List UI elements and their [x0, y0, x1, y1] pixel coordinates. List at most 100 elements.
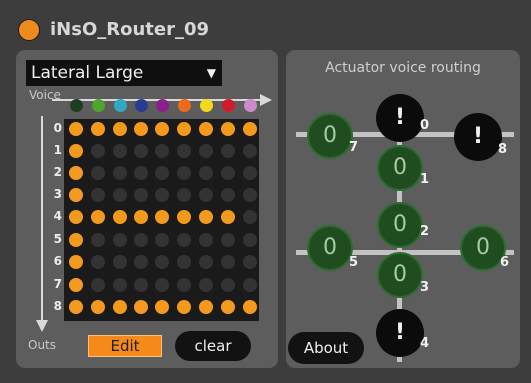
matrix-cell[interactable] [199, 122, 213, 136]
matrix-cell[interactable] [91, 278, 105, 292]
matrix-cell[interactable] [177, 122, 191, 136]
actuator-3-button[interactable]: 0 [377, 252, 423, 298]
matrix-cell[interactable] [155, 300, 169, 314]
matrix-cell[interactable] [69, 255, 83, 269]
matrix-cell[interactable] [221, 210, 235, 224]
actuator-2-button[interactable]: 0 [377, 202, 423, 248]
matrix-cell[interactable] [221, 122, 235, 136]
matrix-cell[interactable] [155, 210, 169, 224]
matrix-cell[interactable] [199, 144, 213, 158]
actuator-1-label: 1 [420, 172, 430, 187]
matrix-cell[interactable] [134, 144, 148, 158]
matrix-cell[interactable] [199, 278, 213, 292]
matrix-cell[interactable] [243, 166, 257, 180]
matrix-cell[interactable] [113, 122, 127, 136]
matrix-cell[interactable] [155, 188, 169, 202]
matrix-cell[interactable] [91, 233, 105, 247]
outs-axis-label: Outs [28, 338, 57, 352]
clear-button[interactable]: clear [175, 331, 251, 361]
matrix-cell[interactable] [69, 188, 83, 202]
matrix-cell[interactable] [243, 210, 257, 224]
matrix-cell[interactable] [221, 300, 235, 314]
actuator-8-label: 8 [498, 142, 508, 157]
matrix-cell[interactable] [113, 210, 127, 224]
matrix-cell[interactable] [134, 255, 148, 269]
matrix-cell[interactable] [91, 300, 105, 314]
out-number-label: 3 [53, 187, 62, 201]
matrix-cell[interactable] [221, 166, 235, 180]
matrix-cell[interactable] [113, 233, 127, 247]
matrix-cell[interactable] [243, 188, 257, 202]
matrix-cell[interactable] [91, 188, 105, 202]
matrix-cell[interactable] [113, 188, 127, 202]
matrix-cell[interactable] [221, 233, 235, 247]
matrix-cell[interactable] [243, 233, 257, 247]
matrix-cell[interactable] [177, 233, 191, 247]
matrix-cell[interactable] [69, 278, 83, 292]
matrix-cell[interactable] [134, 166, 148, 180]
matrix-cell[interactable] [199, 255, 213, 269]
matrix-cell[interactable] [155, 122, 169, 136]
matrix-cell[interactable] [221, 188, 235, 202]
actuator-0-button[interactable]: ! [376, 94, 424, 142]
actuator-5-button[interactable]: 0 [307, 225, 353, 271]
matrix-cell[interactable] [177, 300, 191, 314]
matrix-cell[interactable] [113, 278, 127, 292]
matrix-cell[interactable] [69, 233, 83, 247]
matrix-cell[interactable] [91, 144, 105, 158]
matrix-cell[interactable] [243, 255, 257, 269]
actuator-8-button[interactable]: ! [454, 113, 502, 161]
matrix-cell[interactable] [113, 144, 127, 158]
matrix-cell[interactable] [69, 122, 83, 136]
device-toggle-button[interactable] [18, 19, 40, 41]
matrix-cell[interactable] [91, 166, 105, 180]
matrix-cell[interactable] [243, 144, 257, 158]
matrix-cell[interactable] [243, 300, 257, 314]
matrix-cell[interactable] [113, 300, 127, 314]
actuator-4-button[interactable]: ! [376, 309, 424, 357]
matrix-cell[interactable] [199, 188, 213, 202]
matrix-cell[interactable] [177, 255, 191, 269]
matrix-cell[interactable] [69, 300, 83, 314]
actuator-7-button[interactable]: 0 [307, 113, 353, 159]
matrix-cell[interactable] [134, 278, 148, 292]
matrix-cell[interactable] [243, 278, 257, 292]
matrix-cell[interactable] [177, 188, 191, 202]
matrix-cell[interactable] [155, 255, 169, 269]
matrix-cell[interactable] [155, 144, 169, 158]
title-bar: iNsO_Router_09 [6, 10, 531, 42]
matrix-cell[interactable] [91, 255, 105, 269]
matrix-cell[interactable] [199, 166, 213, 180]
actuator-1-button[interactable]: 0 [377, 145, 423, 191]
matrix-cell[interactable] [199, 233, 213, 247]
matrix-cell[interactable] [134, 122, 148, 136]
matrix-cell[interactable] [69, 210, 83, 224]
matrix-cell[interactable] [134, 300, 148, 314]
matrix-cell[interactable] [134, 210, 148, 224]
matrix-cell[interactable] [177, 144, 191, 158]
matrix-cell[interactable] [113, 255, 127, 269]
matrix-cell[interactable] [155, 166, 169, 180]
matrix-cell[interactable] [134, 188, 148, 202]
matrix-cell[interactable] [113, 166, 127, 180]
matrix-cell[interactable] [91, 210, 105, 224]
matrix-cell[interactable] [69, 166, 83, 180]
matrix-cell[interactable] [177, 278, 191, 292]
matrix-cell[interactable] [199, 300, 213, 314]
matrix-cell[interactable] [155, 278, 169, 292]
matrix-cell[interactable] [69, 144, 83, 158]
matrix-cell[interactable] [221, 255, 235, 269]
matrix-cell[interactable] [221, 144, 235, 158]
matrix-cell[interactable] [177, 210, 191, 224]
matrix-cell[interactable] [155, 233, 169, 247]
about-button[interactable]: About [288, 332, 364, 364]
matrix-cell[interactable] [177, 166, 191, 180]
matrix-cell[interactable] [221, 278, 235, 292]
matrix-cell[interactable] [199, 210, 213, 224]
preset-dropdown[interactable]: Lateral Large ▼ [26, 60, 222, 86]
edit-button[interactable]: Edit [88, 335, 162, 357]
matrix-cell[interactable] [91, 122, 105, 136]
router-device: iNsO_Router_09 Lateral Large ▼ Voice Out… [0, 0, 531, 383]
matrix-cell[interactable] [134, 233, 148, 247]
matrix-cell[interactable] [243, 122, 257, 136]
